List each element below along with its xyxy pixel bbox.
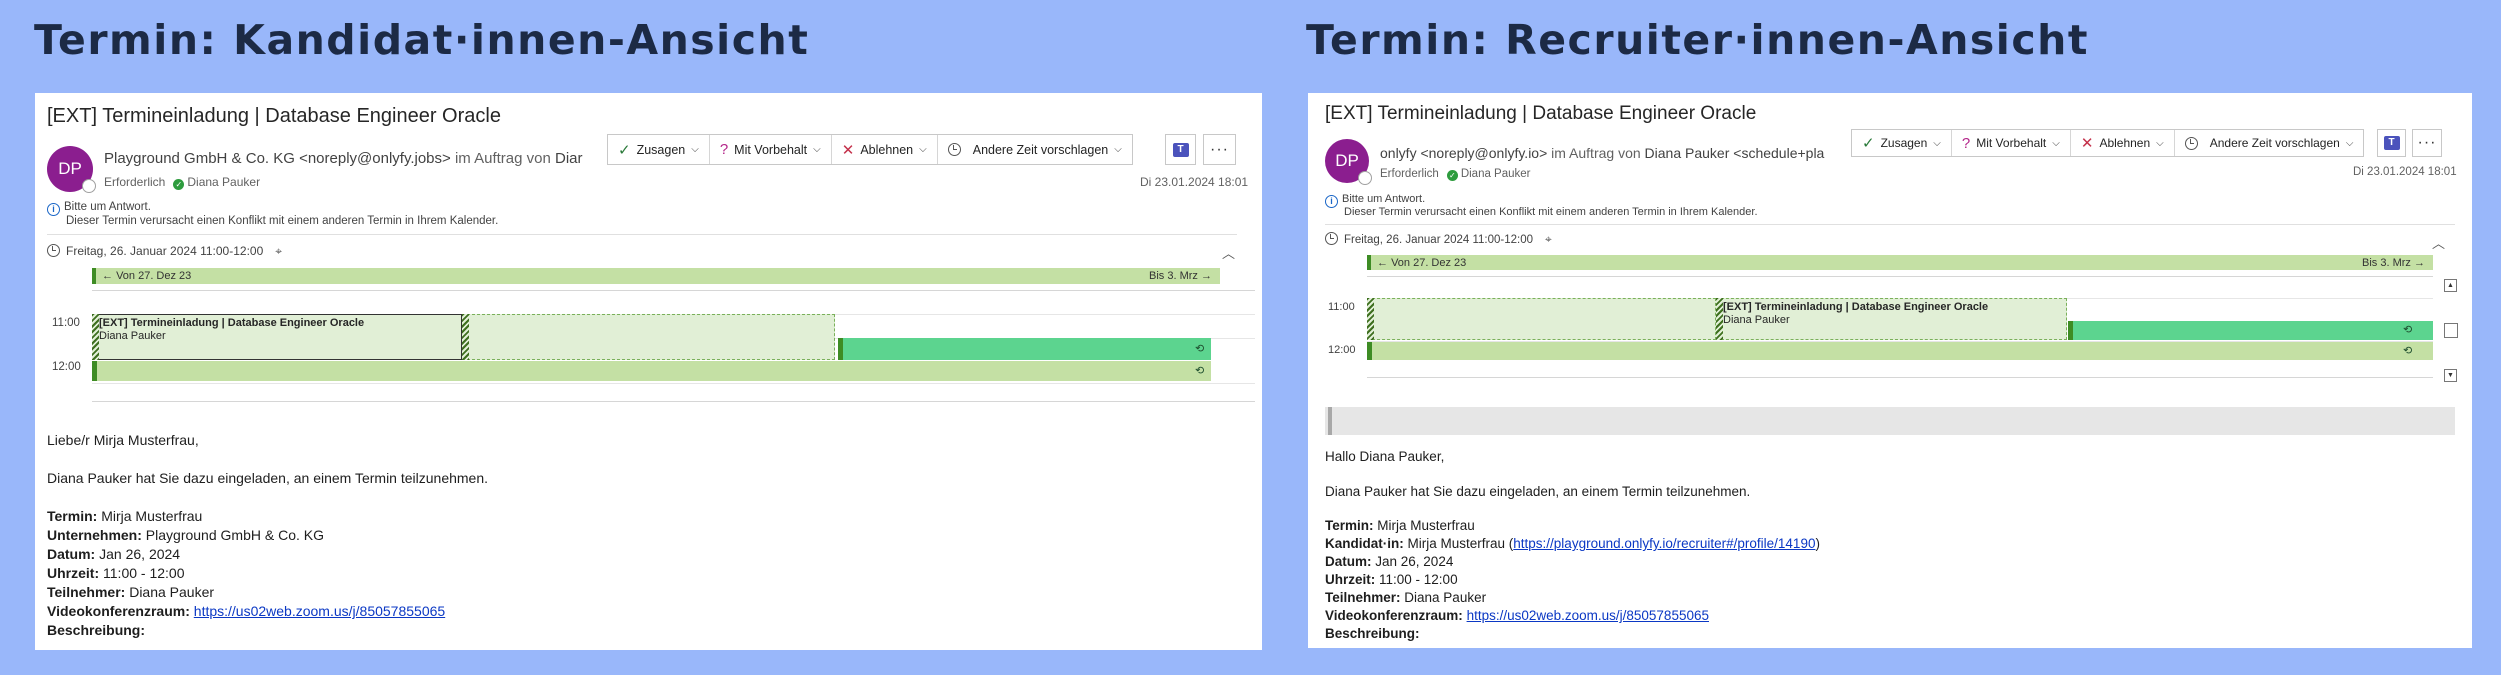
invite-text: Diana Pauker hat Sie dazu eingeladen, an… [47, 470, 489, 486]
event-block[interactable]: [EXT] Termineinladung | Database Enginee… [92, 314, 462, 360]
time-label-12: 12:00 [1328, 344, 1356, 356]
chevron-down-icon: ⌵ [691, 144, 699, 155]
sent-date: Di 23.01.2024 18:01 [1140, 175, 1249, 189]
location-pin-icon: ⌖ [1545, 232, 1552, 246]
left-heading: Termin: Kandidat·innen-Ansicht [34, 16, 810, 64]
busy-block-12 [92, 361, 1211, 381]
scroll-up-button[interactable]: ▲ [2444, 279, 2457, 292]
greeting: Hallo Diana Pauker, [1325, 449, 1445, 464]
chevron-down-icon: ⌵ [2156, 137, 2164, 149]
zoom-link[interactable]: https://us02web.zoom.us/j/85057855065 [1467, 608, 1709, 623]
accepted-icon: ✓ [1446, 170, 1458, 181]
collapse-icon[interactable]: ︿ [2432, 233, 2445, 252]
event-ghost [1367, 298, 1716, 340]
more-icon: ··· [2417, 134, 2437, 151]
close-icon: ✕ [2080, 135, 2094, 152]
teams-icon: T [2383, 136, 2400, 150]
details: Termin: Mirja Musterfrau Unternehmen: Pl… [47, 508, 446, 638]
chevron-down-icon: ⌵ [919, 144, 927, 155]
time-label-11: 11:00 [52, 317, 80, 329]
range-from[interactable]: ← Von 27. Dez 23 [102, 270, 191, 282]
check-icon: ✓ [618, 141, 631, 159]
calendar-range-bar: ← Von 27. Dez 23 Bis 3. Mrz → [92, 268, 1220, 284]
recurring-icon: ⟲ [2403, 324, 2413, 336]
range-to[interactable]: Bis 3. Mrz → [2362, 257, 2425, 269]
scroll-down-button[interactable]: ▼ [2444, 369, 2457, 382]
right-panel: [EXT] Termineinladung | Database Enginee… [1308, 93, 2472, 648]
chevron-down-icon: ⌵ [2345, 137, 2354, 149]
recurring-icon: ⟲ [1195, 365, 1205, 377]
response-toolbar: ✓ Zusagen ⌵ ? Mit Vorbehalt ⌵ ✕ Ablehnen ⌵ And… [607, 134, 1133, 165]
scroll-thumb[interactable] [2444, 323, 2458, 338]
close-icon: ✕ [841, 141, 855, 159]
event-block[interactable]: [EXT] Termineinladung | Database Enginee… [1716, 298, 2067, 340]
teams-button[interactable]: T [2377, 129, 2406, 157]
clock-icon [2184, 136, 2198, 150]
info-icon: i [47, 203, 60, 216]
recurring-icon: ⟲ [2403, 345, 2413, 357]
teams-icon: T [1172, 142, 1189, 157]
clock-icon [47, 244, 60, 257]
info-conflict: Dieser Termin verursacht einen Konflikt … [66, 215, 499, 227]
info-response: i Bitte um Antwort. [47, 201, 151, 216]
recipients: Erforderlich ✓ Diana Pauker [104, 175, 261, 190]
clock-icon [1325, 232, 1338, 245]
location-pin-icon: ⌖ [275, 244, 283, 258]
range-to[interactable]: Bis 3. Mrz → [1149, 270, 1212, 282]
recurring-icon: ⟲ [1195, 343, 1205, 355]
busy-block [838, 338, 1211, 360]
more-button[interactable]: ··· [2412, 129, 2442, 157]
check-icon: ✓ [1862, 135, 1875, 152]
tentative-button[interactable]: ? Mit Vorbehalt ⌵ [1952, 130, 2071, 156]
event-when: Freitag, 26. Januar 2024 11:00-12:00 ⌖ [47, 244, 282, 259]
info-conflict: Dieser Termin verursacht einen Konflikt … [1344, 206, 1758, 218]
more-icon: ··· [1210, 140, 1229, 158]
recipients: Erforderlich ✓ Diana Pauker [1380, 168, 1531, 181]
greeting: Liebe/r Mirja Musterfrau, [47, 432, 199, 448]
sender: Playground GmbH & Co. KG <noreply@onlyfy… [104, 150, 583, 167]
decline-button[interactable]: ✕ Ablehnen ⌵ [832, 135, 938, 164]
info-icon: i [1325, 195, 1338, 208]
presence-icon [82, 179, 96, 193]
quote-block [1325, 407, 2455, 435]
right-heading: Termin: Recruiter·innen-Ansicht [1306, 16, 2089, 64]
tentative-button[interactable]: ? Mit Vorbehalt ⌵ [710, 135, 832, 164]
candidate-profile-link[interactable]: https://playground.onlyfy.io/recruiter#/… [1513, 536, 1815, 551]
clock-icon [947, 143, 961, 156]
left-panel: [EXT] Termineinladung | Database Enginee… [35, 93, 1262, 650]
teams-button[interactable]: T [1165, 134, 1196, 165]
presence-icon [1358, 171, 1372, 185]
chevron-down-icon: ⌵ [1114, 144, 1122, 155]
collapse-icon[interactable]: ︿ [1222, 243, 1235, 262]
response-toolbar: ✓ Zusagen ⌵ ? Mit Vorbehalt ⌵ ✕ Ablehnen ⌵ And… [1851, 129, 2365, 157]
accept-button[interactable]: ✓ Zusagen ⌵ [608, 135, 710, 164]
question-icon: ? [1961, 134, 1971, 152]
decline-button[interactable]: ✕ Ablehnen ⌵ [2071, 130, 2175, 156]
propose-time-button[interactable]: Andere Zeit vorschlagen ⌵ [2175, 130, 2364, 156]
calendar-range-bar: ← Von 27. Dez 23 Bis 3. Mrz → [1367, 255, 2433, 270]
event-when: Freitag, 26. Januar 2024 11:00-12:00 ⌖ [1325, 232, 1552, 247]
time-label-12: 12:00 [52, 361, 81, 373]
time-label-11: 11:00 [1328, 301, 1355, 313]
email-subject: [EXT] Termineinladung | Database Enginee… [47, 105, 501, 127]
busy-block [2068, 321, 2433, 340]
details: Termin: Mirja Musterfrau Kandidat·in: Mi… [1325, 518, 1820, 641]
busy-block-12 [1367, 342, 2433, 360]
invite-text: Diana Pauker hat Sie dazu eingeladen, an… [1325, 484, 1751, 499]
event-ghost [462, 314, 835, 360]
sent-date: Di 23.01.2024 18:01 [2353, 166, 2457, 178]
email-subject: [EXT] Termineinladung | Database Enginee… [1325, 103, 1757, 124]
chevron-down-icon: ⌵ [813, 144, 821, 155]
question-icon: ? [719, 141, 729, 158]
propose-time-button[interactable]: Andere Zeit vorschlagen ⌵ [938, 135, 1132, 164]
range-from[interactable]: ← Von 27. Dez 23 [1377, 257, 1466, 269]
chevron-down-icon: ⌵ [1933, 137, 1941, 149]
sender: onlyfy <noreply@onlyfy.io> im Auftrag vo… [1380, 145, 1825, 161]
chevron-down-icon: ⌵ [2052, 137, 2060, 149]
zoom-link[interactable]: https://us02web.zoom.us/j/85057855065 [194, 603, 445, 619]
accepted-icon: ✓ [173, 179, 185, 190]
more-button[interactable]: ··· [1203, 134, 1236, 165]
accept-button[interactable]: ✓ Zusagen ⌵ [1852, 130, 1952, 156]
